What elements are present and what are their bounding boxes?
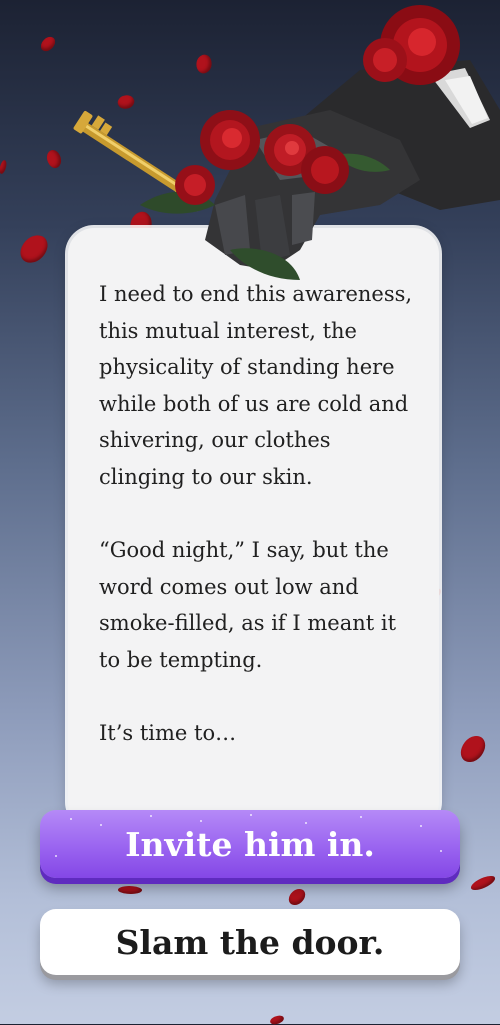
rose-petal <box>269 1014 285 1025</box>
story-text: I need to end this awareness, this mutua… <box>99 276 419 788</box>
rose-petal <box>117 884 143 896</box>
rose-petal <box>469 873 497 893</box>
story-prompt: It’s time to… <box>99 721 237 746</box>
choice-label: Invite him in. <box>125 824 375 864</box>
choice-invite-button[interactable]: Invite him in. <box>40 810 460 878</box>
story-paragraph: “Good night,” I say, but the word comes … <box>99 538 397 672</box>
choice-slam-button[interactable]: Slam the door. <box>40 909 460 975</box>
story-paragraph: I need to end this awareness, this mutua… <box>99 282 413 489</box>
rose-petal <box>457 732 489 766</box>
game-screen: { "story": { "paragraphs": [ "I need to … <box>0 0 500 1025</box>
choice-label: Slam the door. <box>115 922 385 962</box>
rose-petal <box>286 885 308 909</box>
hand-roses-key-illustration <box>73 5 500 280</box>
